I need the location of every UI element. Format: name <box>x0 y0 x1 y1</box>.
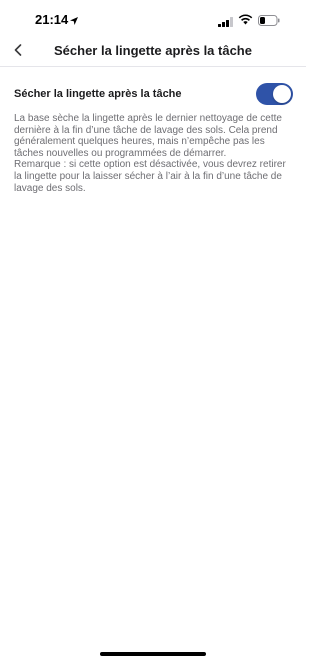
location-arrow-icon <box>69 13 79 25</box>
setting-row: Sécher la lingette après la tâche <box>14 83 294 107</box>
status-time: 21:14 <box>35 12 69 27</box>
wifi-icon <box>238 12 253 25</box>
nav-divider <box>0 66 306 67</box>
dry-mop-toggle[interactable] <box>256 83 293 105</box>
page-title: Sécher la lingette après la tâche <box>54 43 252 58</box>
toggle-knob <box>273 85 291 103</box>
nav-bar: Sécher la lingette après la tâche <box>0 38 306 66</box>
status-bar: 21:14 <box>0 0 306 38</box>
setting-label: Sécher la lingette après la tâche <box>14 88 182 100</box>
cellular-signal-icon <box>218 14 234 27</box>
setting-description: La base sèche la lingette après le derni… <box>14 113 294 194</box>
description-text: La base sèche la lingette après le derni… <box>14 113 282 159</box>
home-indicator <box>100 652 206 656</box>
battery-icon <box>258 13 280 26</box>
note-text: Remarque : si cette option est désactivé… <box>14 159 286 194</box>
